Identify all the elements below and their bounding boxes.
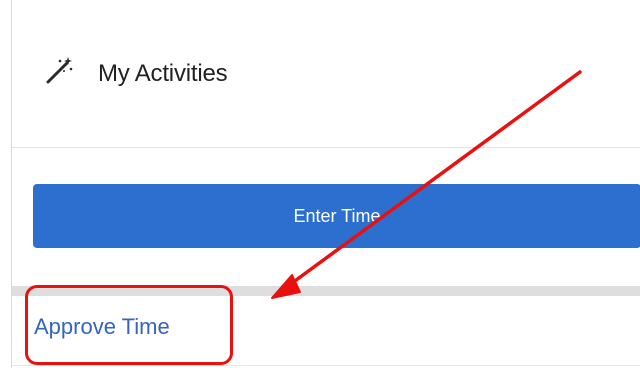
magic-wand-icon — [46, 57, 73, 84]
separator — [12, 286, 640, 296]
panel-header: My Activities — [12, 0, 640, 148]
approve-time-link[interactable]: Approve Time — [34, 312, 170, 342]
my-activities-panel: My Activities Enter Time Approve Time — [11, 0, 640, 368]
page: My Activities Enter Time Approve Time — [0, 0, 640, 368]
panel-title: My Activities — [98, 60, 228, 87]
enter-time-button[interactable]: Enter Time — [33, 184, 640, 248]
divider — [12, 365, 640, 366]
